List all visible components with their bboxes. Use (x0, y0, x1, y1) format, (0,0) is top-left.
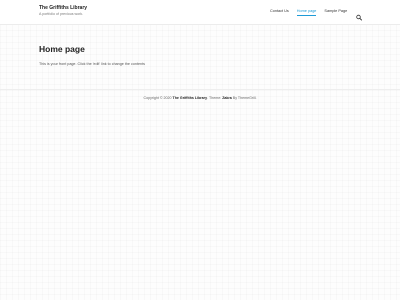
copyright-text: Copyright © 2020 (143, 96, 172, 100)
main-navigation: Contact Us Home page Sample Page (270, 8, 355, 16)
nav-item-home-page[interactable]: Home page (296, 9, 317, 16)
site-title-link[interactable]: The Griffiths Library (39, 5, 87, 11)
search-icon-graphic (356, 14, 362, 21)
site-header: The Griffiths Library A portfolio of pre… (0, 0, 400, 25)
page-title: Home page (39, 44, 85, 54)
page: The Griffiths Library A portfolio of pre… (0, 0, 400, 300)
site-footer: Copyright © 2020 The Griffiths Library. … (0, 96, 400, 101)
nav-item-contact-us[interactable]: Contact Us (270, 9, 289, 15)
theme-author-text: By ThemeGrill. (232, 96, 257, 100)
page-body-text: This is your front page. Click the 'edit… (39, 62, 145, 66)
search-icon[interactable] (356, 8, 362, 21)
site-branding: The Griffiths Library A portfolio of pre… (39, 5, 87, 17)
site-description: A portfolio of previous work. (39, 12, 84, 16)
nav-item-sample-page[interactable]: Sample Page (324, 9, 347, 15)
theme-label: . Theme: (207, 96, 222, 100)
footer-divider (0, 89, 400, 90)
footer-site-link[interactable]: The Griffiths Library (173, 96, 208, 100)
theme-link[interactable]: Zakra (222, 96, 232, 100)
main-content: Home page This is your front page. Click… (39, 44, 361, 67)
